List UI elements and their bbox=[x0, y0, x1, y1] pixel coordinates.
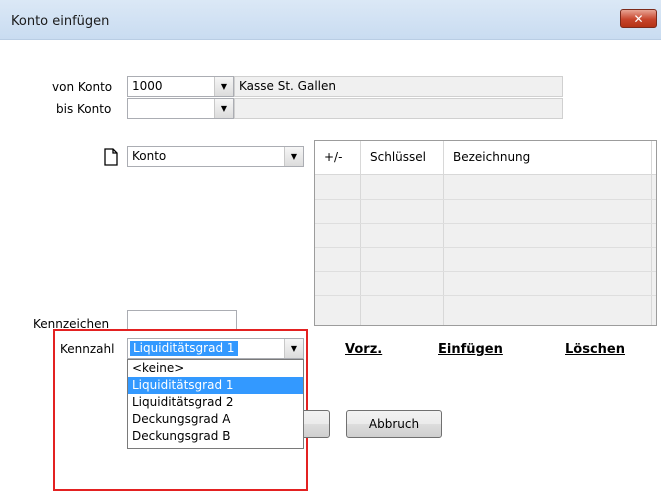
grid-header-key[interactable]: Schlüssel bbox=[370, 150, 426, 164]
grid-header-sign[interactable]: +/- bbox=[324, 150, 342, 164]
grid-header: +/- Schlüssel Bezeichnung bbox=[315, 141, 656, 175]
document-icon[interactable] bbox=[104, 148, 118, 166]
grid-row-line bbox=[315, 271, 656, 272]
vorz-label: Vorz. bbox=[345, 342, 383, 357]
accounts-grid[interactable]: +/- Schlüssel Bezeichnung bbox=[314, 140, 657, 326]
kennzahl-dropdown-list[interactable]: <keine> Liquiditätsgrad 1 Liquiditätsgra… bbox=[127, 359, 304, 449]
chevron-down-icon[interactable]: ▼ bbox=[284, 339, 303, 358]
chevron-down-icon[interactable]: ▼ bbox=[214, 77, 233, 96]
close-icon: ✕ bbox=[633, 11, 644, 26]
chevron-down-icon[interactable]: ▼ bbox=[284, 147, 303, 166]
grid-divider bbox=[360, 141, 361, 325]
grid-divider bbox=[651, 141, 652, 325]
grid-row-line bbox=[315, 199, 656, 200]
grid-header-description[interactable]: Bezeichnung bbox=[453, 150, 530, 164]
title-bar: Konto einfügen ✕ bbox=[0, 0, 661, 40]
chevron-down-icon[interactable]: ▼ bbox=[214, 99, 233, 118]
von-konto-combo[interactable]: 1000 ▼ bbox=[127, 76, 234, 97]
bis-konto-label: bis Konto bbox=[56, 102, 112, 116]
dropdown-option[interactable]: Deckungsgrad B bbox=[128, 428, 303, 445]
close-button[interactable]: ✕ bbox=[620, 9, 657, 28]
kennzahl-combo[interactable]: Liquiditätsgrad 1 ▼ bbox=[127, 338, 304, 359]
von-konto-label: von Konto bbox=[52, 80, 113, 94]
einfuegen-label: Einfügen bbox=[438, 342, 503, 357]
grid-row-line bbox=[315, 295, 656, 296]
vorz-button[interactable]: Vorz. bbox=[345, 342, 382, 357]
dropdown-option[interactable]: Deckungsgrad A bbox=[128, 411, 303, 428]
kennzahl-selected-value: Liquiditätsgrad 1 bbox=[130, 341, 238, 356]
von-konto-description: Kasse St. Gallen bbox=[234, 76, 563, 97]
dropdown-option[interactable]: Liquiditätsgrad 1 bbox=[128, 377, 303, 394]
einfuegen-button[interactable]: Einfügen bbox=[438, 342, 503, 357]
grid-row-line bbox=[315, 223, 656, 224]
type-select[interactable]: Konto ▼ bbox=[127, 146, 304, 167]
grid-row-line bbox=[315, 247, 656, 248]
dropdown-option[interactable]: Liquiditätsgrad 2 bbox=[128, 394, 303, 411]
abbruch-button[interactable]: Abbruch bbox=[346, 410, 442, 438]
type-select-value: Konto bbox=[132, 149, 167, 163]
dropdown-option[interactable]: <keine> bbox=[128, 360, 303, 377]
bis-konto-description bbox=[234, 98, 563, 119]
loeschen-label: Löschen bbox=[565, 342, 625, 357]
loeschen-button[interactable]: Löschen bbox=[565, 342, 625, 357]
von-konto-value: 1000 bbox=[132, 79, 163, 93]
kennzahl-label: Kennzahl bbox=[60, 342, 115, 356]
bis-konto-combo[interactable]: ▼ bbox=[127, 98, 234, 119]
grid-divider bbox=[443, 141, 444, 325]
window-title: Konto einfügen bbox=[11, 14, 110, 29]
dialog-body: von Konto 1000 ▼ Kasse St. Gallen bis Ko… bbox=[0, 40, 661, 491]
kennzeichen-input[interactable] bbox=[127, 310, 237, 331]
